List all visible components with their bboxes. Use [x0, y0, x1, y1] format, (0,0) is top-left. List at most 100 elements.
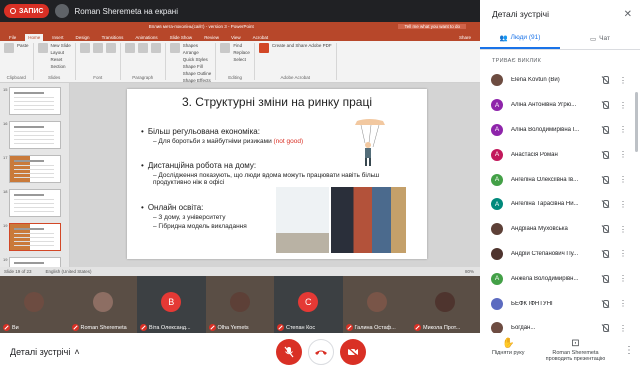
leave-call-button[interactable]: [308, 339, 334, 365]
tab-people[interactable]: 👥 Люди (91): [480, 28, 560, 49]
mic-off-icon: [277, 324, 284, 331]
avatar: А: [491, 173, 503, 186]
slide-canvas: 3. Структурні зміни на ринку праці Більш…: [70, 83, 480, 267]
panel-scrollbar[interactable]: [635, 92, 638, 152]
more-options-icon[interactable]: ⋮: [619, 200, 627, 209]
participant-name: Андрій Степанович Пу...: [511, 250, 579, 257]
tile-name: Степан Кос: [277, 324, 315, 331]
avatar: С: [298, 291, 319, 312]
pp-tab: Review: [204, 35, 219, 40]
more-options-icon[interactable]: ⋮: [619, 299, 627, 308]
tile-name: Ви: [3, 324, 19, 331]
ribbon-item: Paste: [17, 43, 29, 48]
people-icon: 👥: [499, 34, 508, 42]
participant-row[interactable]: Андрій Степанович Пу... ⋮: [480, 242, 640, 267]
participant-name: Elena Kovtun (Ви): [511, 77, 560, 84]
participant-name: Микола Прот...: [423, 324, 461, 331]
avatar: [435, 291, 456, 312]
avatar: А: [491, 99, 503, 112]
photo-home-office: [276, 187, 329, 253]
ribbon-tool-icon: [258, 43, 269, 53]
avatar: [24, 291, 45, 312]
close-icon[interactable]: ✕: [624, 9, 632, 20]
more-options-icon[interactable]: ⋮: [624, 345, 634, 356]
mic-off-icon: [601, 249, 609, 258]
meeting-details-button[interactable]: Деталі зустрічі ˄: [10, 347, 80, 357]
panel-header: Деталі зустрічі ✕: [480, 0, 640, 28]
thumbnail-number: 16: [3, 121, 8, 126]
more-options-icon[interactable]: ⋮: [619, 225, 627, 234]
avatar: [491, 223, 503, 236]
participant-tile[interactable]: Olha Yemets: [205, 276, 274, 333]
raise-hand-button[interactable]: ✋ Підняти руку: [492, 338, 524, 356]
participant-name: Аліна Володимирівна І...: [511, 126, 580, 133]
avatar: А: [491, 272, 503, 285]
avatar: А: [491, 148, 503, 161]
recording-badge: ЗАПИС: [4, 4, 50, 18]
mic-off-icon: [601, 125, 609, 134]
pp-tab: Animations: [135, 35, 158, 40]
microphone-toggle[interactable]: [276, 339, 302, 365]
tab-people-label: Люди (91): [510, 34, 541, 41]
participant-row[interactable]: А Анастасія Роман ⋮: [480, 142, 640, 167]
more-options-icon[interactable]: ⋮: [619, 125, 627, 134]
thumbnail-number: 18: [3, 189, 8, 194]
presentation-indicator[interactable]: ⊡ Roman Sheremeta проводить презентацію: [543, 338, 608, 362]
zoom-level: 80%: [464, 269, 474, 274]
participant-row[interactable]: А Анжела Володимирівн... ⋮: [480, 266, 640, 291]
participant-row[interactable]: БЕФК ІФНТУНГ ⋮: [480, 291, 640, 316]
participant-tile[interactable]: В Віта Олександ...: [137, 276, 206, 333]
ribbon-item: Layout: [50, 50, 65, 55]
ribbon-item: Replace: [233, 50, 250, 55]
participant-row[interactable]: А Ангеліна Тарасівна Ни... ⋮: [480, 192, 640, 217]
participant-row[interactable]: А Аліна Володимирівна І... ⋮: [480, 118, 640, 143]
tile-name: Віта Олександ...: [140, 324, 191, 331]
participant-tile[interactable]: Галина Остаф...: [342, 276, 411, 333]
camera-toggle[interactable]: [340, 339, 366, 365]
bullet-sub: Для боротьби з майбутніми ризиками (not …: [141, 138, 303, 145]
slide-counter: Slide 19 of 23: [4, 269, 32, 274]
ribbon-item: Shape Fill: [182, 64, 203, 69]
avatar: [92, 291, 113, 312]
participant-tile[interactable]: Roman Sheremeta: [68, 276, 137, 333]
ribbon-item: Select: [233, 57, 246, 62]
bullet-highlight: (not good): [273, 138, 304, 145]
more-options-icon[interactable]: ⋮: [619, 101, 627, 110]
chat-icon: ▭: [590, 35, 597, 43]
present-screen-icon: ⊡: [571, 338, 580, 349]
participant-row[interactable]: А Аліна Антонівна Угрю... ⋮: [480, 93, 640, 118]
participant-row[interactable]: Богдан... ⋮: [480, 316, 640, 333]
pp-tell-me: Tell me what you want to do: [398, 24, 466, 29]
more-options-icon[interactable]: ⋮: [619, 150, 627, 159]
avatar: [491, 247, 503, 260]
ribbon-item: Create and Share Adobe PDF: [271, 43, 332, 48]
participant-row[interactable]: Elena Kovtun (Ви) ⋮: [480, 68, 640, 93]
thumbnail-number: 17: [3, 155, 8, 160]
participant-name: Анжела Володимирівн...: [511, 275, 579, 282]
participant-row[interactable]: А Ангеліна Олексіївна Ів... ⋮: [480, 167, 640, 192]
mic-off-icon: [601, 274, 609, 283]
more-options-icon[interactable]: ⋮: [619, 274, 627, 283]
avatar: [491, 297, 503, 310]
bullet-sub: Гібридна модель викладання: [141, 223, 246, 230]
participant-tile[interactable]: Микола Прот...: [411, 276, 480, 333]
more-options-icon[interactable]: ⋮: [619, 175, 627, 184]
ribbon-item: Arrange: [182, 50, 199, 55]
participant-tile[interactable]: С Степан Кос: [274, 276, 343, 333]
participant-row[interactable]: Андріана Муховська ⋮: [480, 217, 640, 242]
avatar: [491, 74, 503, 87]
participant-tile[interactable]: Ви: [0, 276, 69, 333]
participant-name: Степан Кос: [286, 324, 316, 331]
more-options-icon[interactable]: ⋮: [619, 249, 627, 258]
raise-hand-label: Підняти руку: [492, 350, 525, 356]
section-label: ТРИВАЄ ВИКЛИК: [492, 58, 542, 64]
slide-title: 3. Структурні зміни на ринку праці: [181, 95, 373, 109]
tab-chat[interactable]: ▭ Чат: [560, 28, 640, 49]
more-options-icon[interactable]: ⋮: [619, 76, 627, 85]
hand-icon: ✋: [502, 338, 515, 349]
mic-off-icon: [601, 225, 609, 234]
participant-name: Ангеліна Тарасівна Ни...: [511, 201, 579, 208]
more-options-icon[interactable]: ⋮: [619, 324, 627, 333]
participant-name: Богдан...: [511, 325, 536, 332]
ribbon-item: Reset: [50, 57, 63, 62]
